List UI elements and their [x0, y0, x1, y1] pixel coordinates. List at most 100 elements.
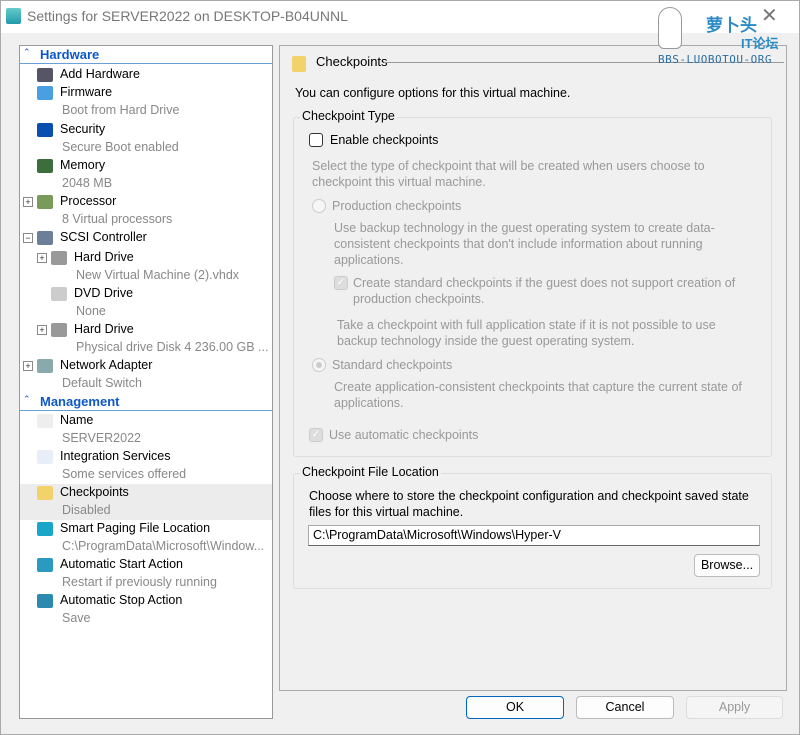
tree-item-dvd-drive[interactable]: DVD Drive None [20, 285, 272, 321]
tree-item-detail: Restart if previously running [62, 575, 217, 589]
full-state-description: Take a checkpoint with full application … [337, 318, 716, 348]
production-description: Use backup technology in the guest opera… [334, 221, 715, 267]
group-title: Checkpoint Type [300, 109, 397, 123]
tree-item-smart-paging-file-location[interactable]: Smart Paging File Location C:\ProgramData… [20, 520, 272, 556]
section-hardware[interactable]: ⌃ Hardware [20, 46, 272, 64]
tree-item-processor[interactable]: + Processor 8 Virtual processors [20, 193, 272, 229]
tree-item-label: Processor [60, 194, 117, 208]
tree-item-label: Checkpoints [60, 485, 129, 499]
tree-item-detail: C:\ProgramData\Microsoft\Window... [62, 539, 265, 553]
hyper-v-icon [6, 8, 21, 24]
tree-item-detail: 2048 MB [62, 176, 113, 190]
integration-services-icon [37, 450, 53, 464]
name-icon [37, 414, 53, 428]
checkpoint-type-group: Checkpoint Type Enable checkpoints Selec… [293, 109, 772, 457]
window-title: Settings for SERVER2022 on DESKTOP-B04UN… [27, 8, 348, 24]
tree-item-label: Hard Drive [74, 322, 134, 336]
cancel-button[interactable]: Cancel [576, 696, 674, 719]
checkpoint-location-input[interactable]: C:\ProgramData\Microsoft\Windows\Hyper-V [308, 525, 760, 546]
tree-item-detail: Default Switch [62, 376, 142, 390]
tree-item-detail: 8 Virtual processors [62, 212, 173, 226]
tree-item-memory[interactable]: Memory 2048 MB [20, 157, 272, 193]
tree-item-detail: Boot from Hard Drive [62, 103, 180, 117]
tree-item-checkpoints[interactable]: Checkpoints Disabled [20, 484, 272, 520]
tree-item-label: Add Hardware [60, 67, 140, 81]
expand-icon[interactable]: + [23, 361, 33, 371]
section-label: Management [40, 394, 120, 409]
tree-item-automatic-stop-action[interactable]: Automatic Stop Action Save [20, 592, 272, 628]
apply-button[interactable]: Apply [686, 696, 783, 719]
section-management[interactable]: ⌃ Management [20, 393, 272, 411]
tree-item-hard-drive[interactable]: + Hard Drive Physical drive Disk 4 236.00 … [20, 321, 272, 357]
tree-item-integration-services[interactable]: Integration Services Some services offere… [20, 448, 272, 484]
tree-item-label: Name [60, 413, 94, 427]
tree-item-label: Automatic Start Action [60, 557, 183, 571]
hard-drive-icon [51, 251, 67, 265]
production-checkpoints-radio[interactable] [312, 199, 326, 213]
expand-icon[interactable]: + [37, 253, 47, 263]
shield-icon [37, 123, 53, 137]
memory-icon [37, 159, 53, 173]
create-standard-label[interactable]: Create standard checkpoints if the guest… [353, 275, 753, 307]
enable-checkpoints-label[interactable]: Enable checkpoints [330, 132, 438, 148]
create-standard-checkbox[interactable]: ✓ [334, 276, 348, 290]
firmware-icon [37, 86, 53, 100]
section-label: Hardware [40, 47, 100, 62]
intro-text: You can configure options for this virtu… [295, 86, 571, 100]
standard-checkpoints-label[interactable]: Standard checkpoints [332, 357, 452, 373]
select-type-description: Select the type of checkpoint that will … [312, 159, 705, 189]
expand-icon[interactable]: + [37, 325, 47, 335]
automatic-checkpoints-label[interactable]: Use automatic checkpoints [329, 427, 478, 443]
collapse-icon[interactable]: ⌃ [23, 47, 31, 58]
tree-item-label: SCSI Controller [60, 230, 147, 244]
production-checkpoints-label[interactable]: Production checkpoints [332, 198, 461, 214]
mascot-icon [658, 7, 682, 49]
tree-item-detail: Disabled [62, 503, 111, 517]
dvd-drive-icon [51, 287, 67, 301]
standard-checkpoints-radio[interactable] [312, 358, 326, 372]
watermark-logo: 萝卜头 IT论坛 BBS-LUOBOTOU-ORG [656, 5, 796, 69]
tree-item-label: Automatic Stop Action [60, 593, 183, 607]
checkpoints-panel: Checkpoints You can configure options fo… [279, 45, 787, 691]
watermark-text: BBS-LUOBOTOU-ORG [658, 53, 772, 66]
smart-paging-icon [37, 522, 53, 536]
tree-item-label: Network Adapter [60, 358, 153, 372]
network-adapter-icon [37, 359, 53, 373]
tree-item-detail: Secure Boot enabled [62, 140, 179, 154]
tree-item-label: Security [60, 122, 106, 136]
tree-item-label: Integration Services [60, 449, 171, 463]
browse-button[interactable]: Browse... [694, 554, 760, 577]
auto-start-icon [37, 558, 53, 572]
ok-button[interactable]: OK [466, 696, 564, 719]
collapse-icon[interactable]: − [23, 233, 33, 243]
tree-item-label: DVD Drive [74, 286, 134, 300]
tree-item-label: Hard Drive [74, 250, 134, 264]
scsi-controller-icon [37, 231, 53, 245]
add-hardware-icon [37, 68, 53, 82]
tree-item-detail: Save [62, 611, 91, 625]
tree-item-hard-drive[interactable]: + Hard Drive New Virtual Machine (2).vhdx [20, 249, 272, 285]
settings-window: Settings for SERVER2022 on DESKTOP-B04UN… [0, 0, 800, 735]
tree-item-label: Firmware [60, 85, 113, 99]
tree-item-security[interactable]: Security Secure Boot enabled [20, 121, 272, 157]
tree-item-automatic-start-action[interactable]: Automatic Start Action Restart if previou… [20, 556, 272, 592]
processor-icon [37, 195, 53, 209]
automatic-checkpoints-checkbox[interactable]: ✓ [309, 428, 323, 442]
tree-item-detail: New Virtual Machine (2).vhdx [76, 268, 240, 282]
group-title: Checkpoint File Location [300, 465, 441, 479]
enable-checkpoints-checkbox[interactable] [309, 133, 323, 147]
expand-icon[interactable]: + [23, 197, 33, 207]
collapse-icon[interactable]: ⌃ [23, 394, 31, 405]
tree-item-firmware[interactable]: Firmware Boot from Hard Drive [20, 84, 272, 120]
tree-item-detail: Physical drive Disk 4 236.00 GB ... [76, 340, 269, 354]
tree-item-name[interactable]: Name SERVER2022 [20, 412, 272, 448]
watermark-text: IT论坛 [741, 36, 779, 51]
settings-tree[interactable]: ⌃ Hardware ⌃ Management Add Hardware Firm… [19, 45, 273, 719]
standard-description: Create application-consistent checkpoint… [334, 380, 742, 410]
tree-item-detail: SERVER2022 [62, 431, 141, 445]
auto-stop-icon [37, 594, 53, 608]
location-description: Choose where to store the checkpoint con… [309, 489, 749, 519]
panel-title: Checkpoints [316, 54, 388, 69]
tree-item-network-adapter[interactable]: + Network Adapter Default Switch [20, 357, 272, 393]
panel-header: Checkpoints [292, 54, 388, 72]
